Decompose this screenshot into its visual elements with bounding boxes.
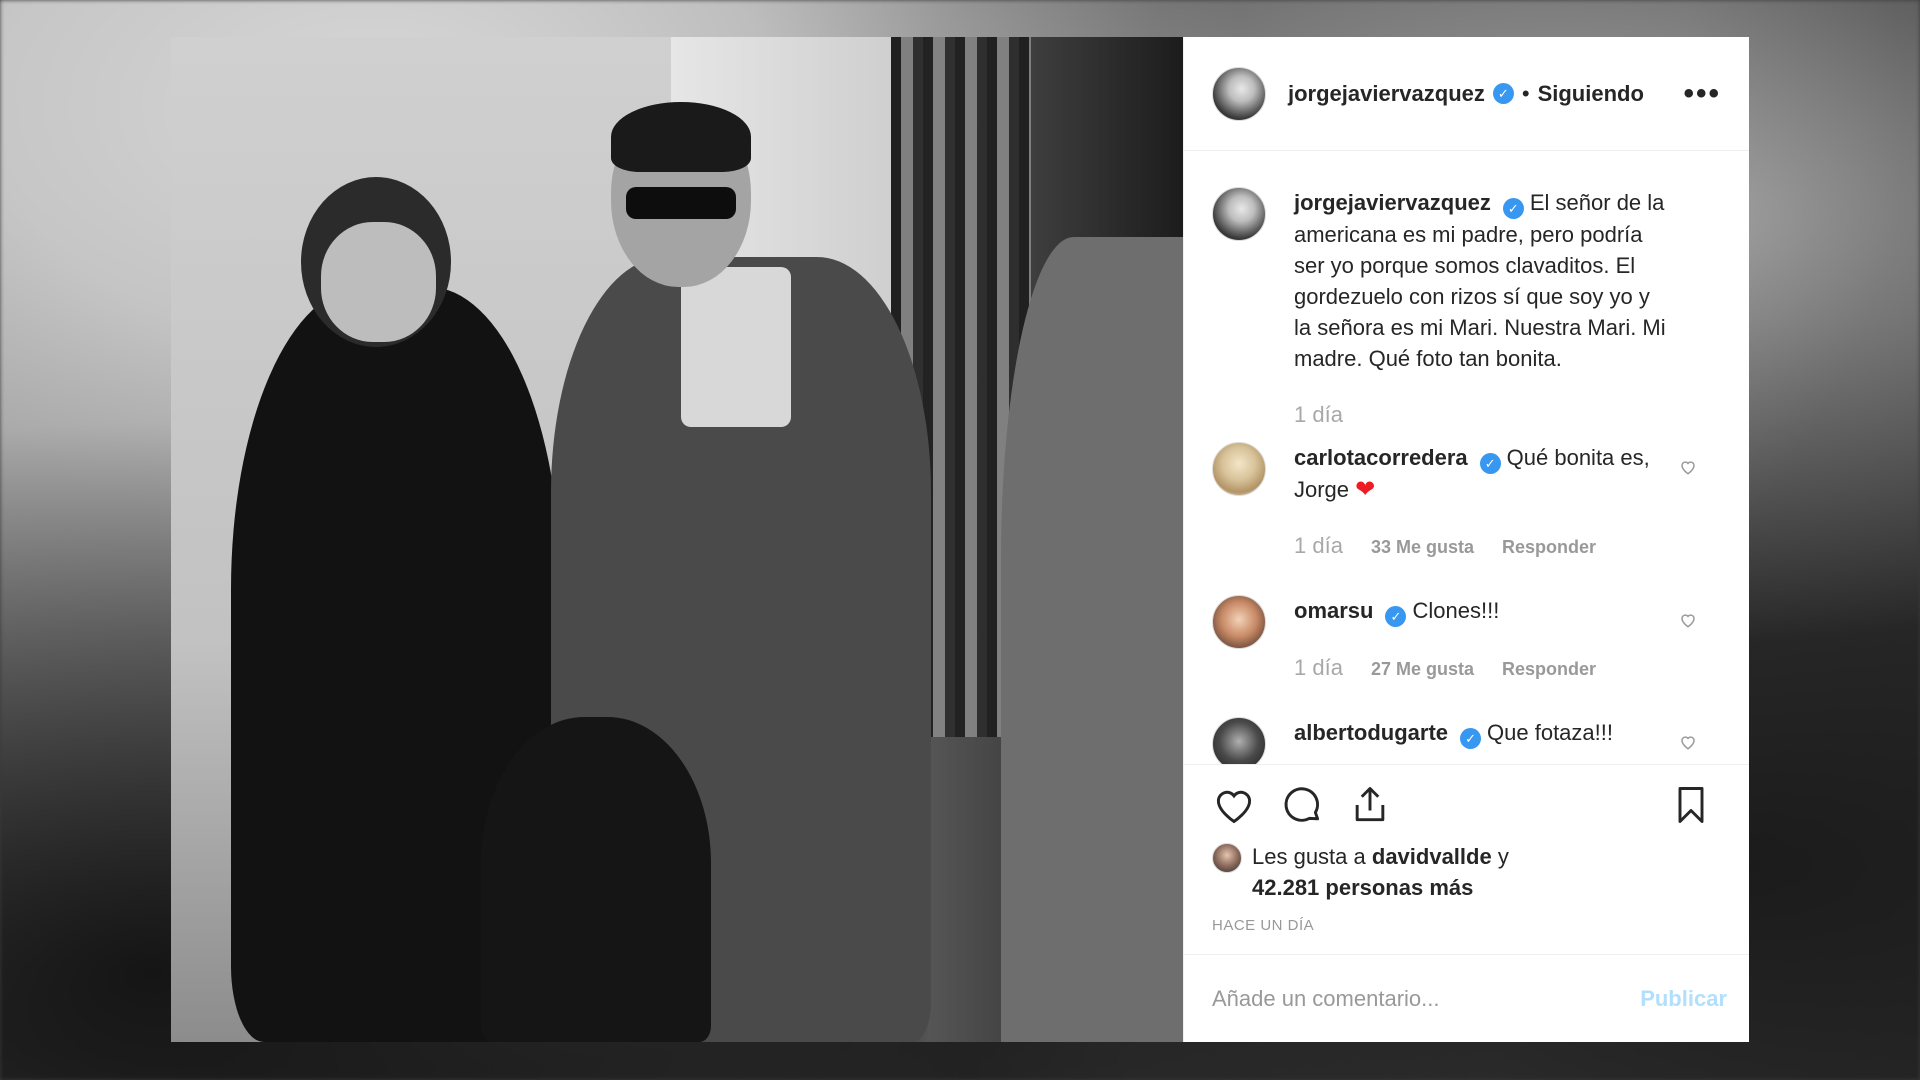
post-photo[interactable] — [171, 37, 1183, 1042]
commenter-avatar[interactable] — [1212, 595, 1266, 649]
comment-likes[interactable]: 27 Me gusta — [1371, 659, 1474, 680]
heart-icon[interactable] — [1212, 783, 1256, 827]
comment-icon[interactable] — [1280, 783, 1324, 827]
add-comment-bar: Publicar — [1184, 954, 1749, 1042]
header-separator: • — [1521, 80, 1530, 106]
commenter-avatar[interactable] — [1212, 717, 1266, 764]
comment-text: Que fotaza!!! — [1487, 720, 1613, 745]
photo-man-shirt — [681, 267, 791, 427]
reply-button[interactable]: Responder — [1502, 659, 1596, 680]
caption-time[interactable]: 1 día — [1294, 402, 1343, 428]
photo-woman-face — [321, 222, 436, 342]
comment-time[interactable]: 1 día — [1294, 655, 1343, 681]
like-comment-heart-icon[interactable] — [1679, 458, 1697, 476]
photo-man-glasses — [626, 187, 736, 219]
caption: jorgejaviervazquez ✓ El señor de la americ… — [1212, 187, 1721, 428]
comment-input[interactable] — [1212, 985, 1641, 1012]
caption-author-username[interactable]: jorgejaviervazquez — [1294, 190, 1491, 215]
likes-others[interactable]: 42.281 personas más — [1252, 875, 1473, 900]
liker-username[interactable]: davidvallde — [1372, 844, 1492, 869]
comment-likes[interactable]: 33 Me gusta — [1371, 537, 1474, 558]
share-icon[interactable] — [1348, 783, 1392, 827]
author-avatar[interactable] — [1212, 66, 1266, 121]
likes-prefix: Les gusta a — [1252, 844, 1366, 869]
like-comment-heart-icon[interactable] — [1679, 611, 1697, 629]
likes-summary: Les gusta a davidvallde y 42.281 persona… — [1212, 841, 1721, 903]
caption-text: El señor de la americana es mi padre, pe… — [1294, 190, 1666, 371]
comment-username[interactable]: albertodugarte — [1294, 720, 1448, 745]
instagram-post: jorgejaviervazquez ✓ • Siguiendo ••• jor… — [171, 37, 1749, 1042]
likes-conjunction: y — [1497, 844, 1509, 869]
post-timestamp[interactable]: HACE UN DÍA — [1212, 917, 1721, 934]
verified-icon: ✓ — [1385, 606, 1407, 627]
author-username[interactable]: jorgejaviervazquez — [1288, 81, 1485, 107]
action-icons — [1212, 783, 1721, 827]
red-heart-emoji: ❤ — [1355, 476, 1376, 503]
post-header: jorgejaviervazquez ✓ • Siguiendo ••• — [1184, 37, 1749, 151]
like-comment-heart-icon[interactable] — [1679, 733, 1697, 751]
photo-man-hair — [611, 102, 751, 172]
post-actions: Les gusta a davidvallde y 42.281 persona… — [1184, 764, 1749, 954]
liker-avatar[interactable] — [1212, 843, 1242, 873]
comment-username[interactable]: carlotacorredera — [1294, 445, 1468, 470]
post-side-panel: jorgejaviervazquez ✓ • Siguiendo ••• jor… — [1183, 37, 1749, 1042]
comment-time[interactable]: 1 día — [1294, 533, 1343, 559]
comments-list[interactable]: jorgejaviervazquez ✓ El señor de la americ… — [1184, 151, 1749, 764]
comment-item: albertodugarte ✓ Que fotaza!!! — [1212, 717, 1721, 764]
verified-icon: ✓ — [1479, 453, 1501, 474]
photo-figure-right — [1001, 237, 1183, 1042]
commenter-avatar[interactable] — [1212, 442, 1266, 496]
verified-icon: ✓ — [1460, 728, 1482, 749]
comment-text: Clones!!! — [1412, 598, 1500, 623]
reply-button[interactable]: Responder — [1502, 537, 1596, 558]
bookmark-icon[interactable] — [1669, 783, 1713, 827]
caption-author-avatar[interactable] — [1212, 187, 1266, 241]
following-button[interactable]: Siguiendo — [1538, 81, 1644, 107]
photo-figure-child — [481, 717, 711, 1042]
comment-item: omarsu ✓ Clones!!! 1 día 27 Me gusta Respo… — [1212, 595, 1721, 681]
verified-icon: ✓ — [1502, 198, 1524, 219]
comment-username[interactable]: omarsu — [1294, 598, 1373, 623]
publish-button[interactable]: Publicar — [1640, 986, 1727, 1012]
comment-item: carlotacorredera ✓ Qué bonita es, Jorge ❤ … — [1212, 442, 1721, 559]
more-icon[interactable]: ••• — [1683, 77, 1721, 111]
verified-icon: ✓ — [1492, 83, 1514, 104]
